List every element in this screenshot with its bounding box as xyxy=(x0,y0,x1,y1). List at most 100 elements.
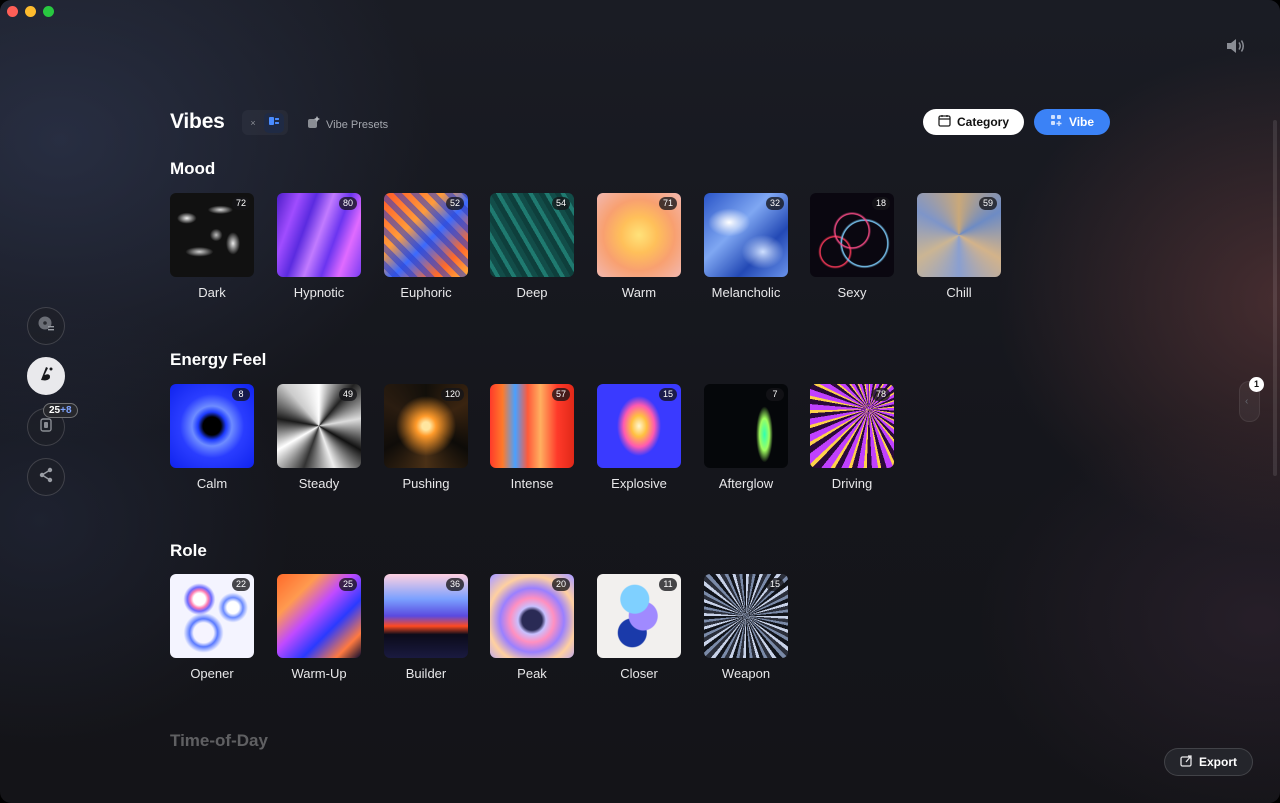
vibe-label: Explosive xyxy=(611,476,667,491)
vibe-label: Builder xyxy=(405,666,447,681)
vibe-thumbnail: 11 xyxy=(597,574,681,658)
track-count-badge: 11 xyxy=(659,578,677,591)
vibe-tile-intense[interactable]: 57 Intense xyxy=(490,384,574,491)
scrollbar-thumb[interactable] xyxy=(1273,120,1277,476)
vibe-filter-chip[interactable] xyxy=(264,112,284,133)
vibe-thumbnail: 22 xyxy=(170,574,254,658)
vibe-label: Opener xyxy=(190,666,234,681)
vibe-tile-chill[interactable]: 59 Chill xyxy=(917,193,1001,300)
vibe-thumbnail: 52 xyxy=(384,193,468,277)
vibe-thumbnail: 25 xyxy=(277,574,361,658)
vibe-tile-hypnotic[interactable]: 80 Hypnotic xyxy=(277,193,361,300)
vibe-label: Warm-Up xyxy=(291,666,347,681)
vibe-tile-afterglow[interactable]: 7 Afterglow xyxy=(704,384,788,491)
vibe-label: Euphoric xyxy=(400,285,452,300)
vibe-thumbnail: 36 xyxy=(384,574,468,658)
vibe-thumbnail: 54 xyxy=(490,193,574,277)
vibe-thumbnail: 15 xyxy=(597,384,681,468)
vibe-label: Closer xyxy=(620,666,658,681)
track-count-badge: 71 xyxy=(658,197,677,210)
vibe-tile-driving[interactable]: 78 Driving xyxy=(810,384,894,491)
vibe-label: Hypnotic xyxy=(293,285,345,300)
vibe-label: Intense xyxy=(510,476,554,491)
vibe-tile-steady[interactable]: 49 Steady xyxy=(277,384,361,491)
track-count-badge: 25 xyxy=(338,578,357,591)
vibe-thumbnail: 71 xyxy=(597,193,681,277)
vibe-tile-weapon[interactable]: 15 Weapon xyxy=(704,574,788,681)
minimize-window-button[interactable] xyxy=(25,6,36,17)
vibe-label: Afterglow xyxy=(718,476,774,491)
track-count-badge: 57 xyxy=(551,388,570,401)
track-count-badge: 15 xyxy=(658,388,677,401)
vibe-thumbnail: 120 xyxy=(384,384,468,468)
stack-icon xyxy=(37,416,55,439)
vibe-tile-sexy[interactable]: 18 Sexy xyxy=(810,193,894,300)
track-count-badge: 52 xyxy=(445,197,464,210)
vibe-label: Calm xyxy=(196,476,228,491)
vibe-thumbnail: 80 xyxy=(277,193,361,277)
export-label: Export xyxy=(1198,755,1237,769)
vibe-thumbnail: 18 xyxy=(810,193,894,277)
vibe-label: Steady xyxy=(298,476,340,491)
vibes-nav-button[interactable] xyxy=(27,357,65,395)
vibe-thumbnail: 15 xyxy=(704,574,788,658)
vibe-tile-calm[interactable]: 8 Calm xyxy=(170,384,254,491)
queue-added-count: +8 xyxy=(60,405,72,416)
track-count-badge: 7 xyxy=(766,388,784,401)
disc-icon xyxy=(37,315,55,338)
maximize-window-button[interactable] xyxy=(43,6,54,17)
category-toggle-button[interactable]: Category xyxy=(923,109,1024,135)
page-indicator-badge: 1 xyxy=(1249,377,1264,392)
track-count-badge: 54 xyxy=(551,197,570,210)
vibe-tile-dark[interactable]: 72 Dark xyxy=(170,193,254,300)
vibe-tile-pushing[interactable]: 120 Pushing xyxy=(384,384,468,491)
vibe-label: Pushing xyxy=(402,476,450,491)
brand-logo-icon xyxy=(36,364,56,389)
track-count-badge: 32 xyxy=(765,197,784,210)
vibe-toggle-button[interactable]: Vibe xyxy=(1034,109,1110,135)
track-count-badge: 15 xyxy=(765,578,784,591)
section-title-role: Role xyxy=(170,541,207,560)
vibe-label: Chill xyxy=(946,285,972,300)
vibe-tile-melancholic[interactable]: 32 Melancholic xyxy=(704,193,788,300)
vibe-tile-builder[interactable]: 36 Builder xyxy=(384,574,468,681)
presets-icon xyxy=(307,115,321,134)
vibe-thumbnail: 59 xyxy=(917,193,1001,277)
active-filter-chip: × xyxy=(242,110,288,135)
vibe-thumbnail: 20 xyxy=(490,574,574,658)
vibe-presets-button[interactable]: Vibe Presets xyxy=(307,115,388,134)
vibe-tile-warm-up[interactable]: 25 Warm-Up xyxy=(277,574,361,681)
category-icon xyxy=(938,114,951,130)
track-count-badge: 80 xyxy=(338,197,357,210)
vibe-tile-closer[interactable]: 11 Closer xyxy=(597,574,681,681)
track-count-badge: 36 xyxy=(445,578,464,591)
vibe-button-label: Vibe xyxy=(1068,115,1095,129)
remove-filter-button[interactable]: × xyxy=(242,118,264,128)
vibe-tile-deep[interactable]: 54 Deep xyxy=(490,193,574,300)
vibe-label: Deep xyxy=(516,285,548,300)
vibe-thumbnail: 49 xyxy=(277,384,361,468)
vibe-tile-peak[interactable]: 20 Peak xyxy=(490,574,574,681)
export-button[interactable]: Export xyxy=(1164,748,1253,776)
vibe-tile-opener[interactable]: 22 Opener xyxy=(170,574,254,681)
vibe-label: Peak xyxy=(517,666,547,681)
chevron-left-icon[interactable]: ‹ xyxy=(1245,396,1248,407)
library-button[interactable] xyxy=(27,307,65,345)
track-count-badge: 20 xyxy=(551,578,570,591)
vibe-label: Sexy xyxy=(837,285,867,300)
vibe-tile-warm[interactable]: 71 Warm xyxy=(597,193,681,300)
vibe-grid-icon xyxy=(268,114,280,132)
vibe-tile-euphoric[interactable]: 52 Euphoric xyxy=(384,193,468,300)
vibe-tile-explosive[interactable]: 15 Explosive xyxy=(597,384,681,491)
vibe-thumbnail: 7 xyxy=(704,384,788,468)
track-count-badge: 49 xyxy=(338,388,357,401)
share-button[interactable] xyxy=(27,458,65,496)
export-icon xyxy=(1180,754,1193,770)
track-count-badge: 22 xyxy=(231,578,250,591)
page-title: Vibes xyxy=(170,110,225,133)
queue-count: 25 xyxy=(49,405,61,416)
track-count-badge: 72 xyxy=(231,197,250,210)
vibe-thumbnail: 8 xyxy=(170,384,254,468)
volume-icon[interactable] xyxy=(1224,36,1246,56)
close-window-button[interactable] xyxy=(7,6,18,17)
